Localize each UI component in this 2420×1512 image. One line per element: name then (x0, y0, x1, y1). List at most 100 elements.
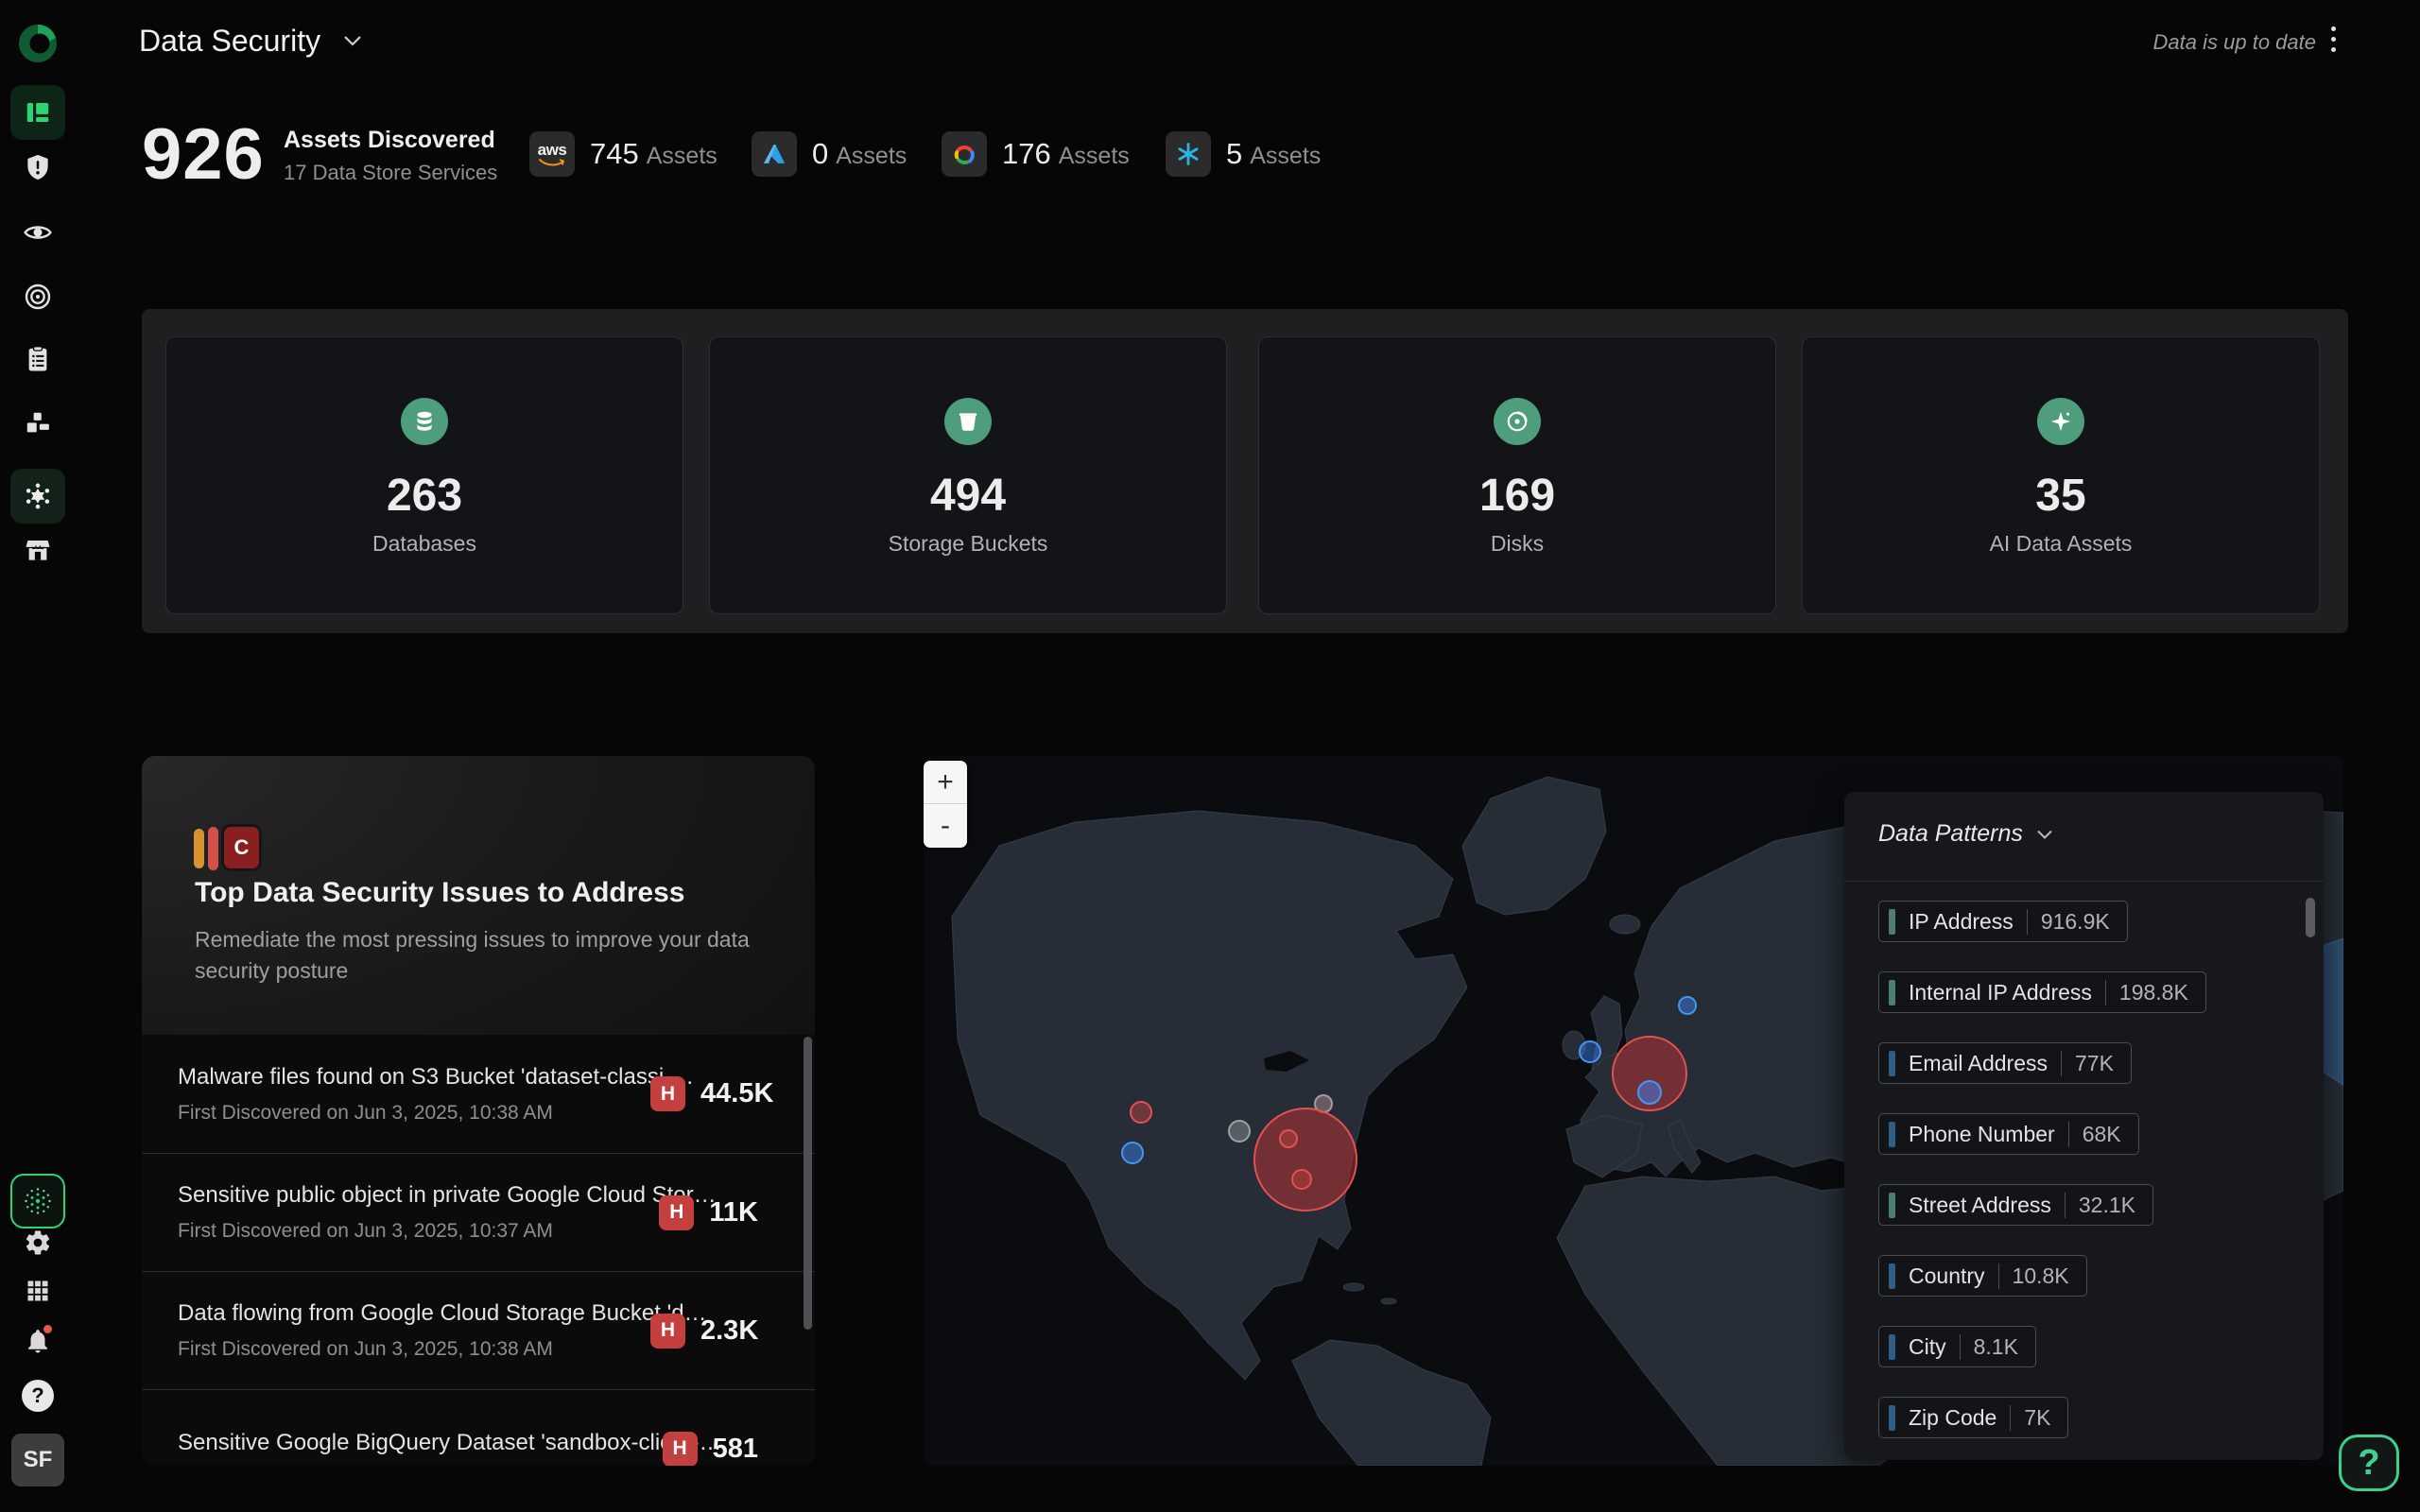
help-circle-icon: ? (22, 1380, 54, 1412)
pattern-accent-bar (1889, 1122, 1895, 1147)
provider-stat-snowflake[interactable]: 5Assets (1166, 131, 1321, 177)
sidebar-item-settings[interactable] (24, 1228, 52, 1257)
issue-count: 44.5K (700, 1078, 773, 1109)
sidebar-item-discovery[interactable] (23, 217, 53, 248)
help-button[interactable]: ? (2339, 1435, 2399, 1491)
issues-scrollbar[interactable] (804, 1037, 812, 1330)
pattern-label: IP Address (1909, 909, 2014, 935)
shield-alert-icon (24, 153, 52, 181)
sidebar-item-classification[interactable] (23, 282, 53, 312)
sidebar-item-notifications[interactable] (24, 1327, 52, 1355)
sidebar-item-help[interactable]: ? (22, 1380, 54, 1412)
sidebar-item-marketplace[interactable] (24, 536, 52, 564)
pattern-accent-bar (1889, 1193, 1895, 1218)
chevron-down-icon[interactable] (342, 34, 363, 47)
page-title[interactable]: Data Security (139, 24, 320, 59)
sidebar-item-policies[interactable] (24, 345, 52, 373)
issue-row[interactable]: Data flowing from Google Cloud Storage B… (142, 1271, 815, 1389)
provider-count: 176 (1002, 137, 1051, 170)
notifications-bell-icon (24, 1327, 52, 1355)
notification-badge (42, 1323, 54, 1335)
brand-logo-icon[interactable] (17, 23, 59, 64)
data-pattern-chip-city[interactable]: City 8.1K (1878, 1326, 2036, 1367)
sidebar-item-issues[interactable] (24, 153, 52, 181)
data-pattern-chip-ip-address[interactable]: IP Address 916.9K (1878, 901, 2128, 942)
issue-row[interactable]: Malware files found on S3 Bucket 'datase… (142, 1035, 815, 1153)
map-bubble-red[interactable] (1253, 1108, 1357, 1211)
data-pattern-chip-phone[interactable]: Phone Number 68K (1878, 1113, 2139, 1155)
data-freshness-status: Data is up to date (2153, 30, 2316, 55)
map-bubble-red[interactable] (1279, 1129, 1298, 1148)
user-avatar[interactable]: SF (11, 1434, 64, 1486)
issues-subtitle: Remediate the most pressing issues to im… (195, 924, 762, 988)
pattern-count: 916.9K (2041, 909, 2110, 935)
chevron-down-icon (2036, 829, 2053, 840)
pattern-separator (2010, 1405, 2011, 1431)
map-bubble-red[interactable] (1130, 1101, 1152, 1124)
card-disks[interactable]: 169 Disks (1258, 336, 1776, 614)
top-issues-header: C Top Data Security Issues to Address Re… (142, 756, 815, 1035)
pattern-count: 32.1K (2079, 1193, 2135, 1218)
map-bubble-blue[interactable] (1637, 1080, 1662, 1105)
issue-row[interactable]: Sensitive public object in private Googl… (142, 1153, 815, 1271)
card-value: 169 (1479, 470, 1555, 522)
card-label: AI Data Assets (1990, 531, 2133, 557)
pattern-label: Street Address (1909, 1193, 2051, 1218)
storefront-icon (24, 536, 52, 564)
map-zoom-control: + - (924, 761, 967, 848)
issues-title: Top Data Security Issues to Address (195, 877, 684, 909)
sparkle-icon (2037, 398, 2084, 445)
data-pattern-chip-email[interactable]: Email Address 77K (1878, 1042, 2132, 1084)
patterns-scrollbar[interactable] (2306, 898, 2315, 937)
pattern-label: Country (1909, 1263, 1985, 1289)
pattern-count: 68K (2083, 1122, 2121, 1147)
issue-row[interactable]: Sensitive Google BigQuery Dataset 'sandb… (142, 1389, 815, 1466)
severity-stack-icon: C (194, 822, 264, 869)
eye-icon (23, 217, 53, 248)
card-ai-data-assets[interactable]: 35 AI Data Assets (1802, 336, 2320, 614)
provider-stat-gcp[interactable]: 176Assets (942, 131, 1130, 177)
divider (1844, 881, 2324, 882)
map-zoom-out-button[interactable]: - (924, 804, 967, 848)
data-pattern-chip-street[interactable]: Street Address 32.1K (1878, 1184, 2153, 1226)
card-databases[interactable]: 263 Databases (165, 336, 683, 614)
provider-stat-aws[interactable]: aws 745Assets (529, 131, 717, 177)
avatar-initials: SF (11, 1434, 64, 1486)
sidebar-item-ai[interactable] (10, 469, 65, 524)
issue-title: Sensitive Google BigQuery Dataset 'sandb… (178, 1430, 650, 1456)
sidebar-item-assets[interactable] (24, 409, 52, 438)
map-zoom-in-button[interactable]: + (924, 761, 967, 804)
pattern-count: 77K (2075, 1051, 2114, 1076)
assets-total-sublabel: 17 Data Store Services (284, 161, 497, 185)
map-bubble-blue[interactable] (1121, 1142, 1144, 1164)
pattern-accent-bar (1889, 909, 1895, 935)
issue-title: Data flowing from Google Cloud Storage B… (178, 1300, 650, 1327)
apps-grid-icon (25, 1278, 51, 1304)
map-bubble-blue[interactable] (1579, 1040, 1601, 1063)
sidebar-item-scan[interactable] (10, 1174, 65, 1228)
issue-date: First Discovered on Jun 3, 2025, 10:38 A… (178, 1338, 650, 1361)
card-value: 35 (2035, 470, 2085, 522)
data-pattern-chip-internal-ip[interactable]: Internal IP Address 198.8K (1878, 971, 2206, 1013)
issue-count: 2.3K (700, 1315, 758, 1347)
provider-stat-azure[interactable]: 0Assets (752, 131, 907, 177)
data-patterns-dropdown[interactable]: Data Patterns (1878, 820, 2053, 848)
more-options-kebab-icon[interactable] (2331, 26, 2336, 52)
card-label: Disks (1491, 531, 1544, 557)
pattern-separator (2061, 1051, 2062, 1076)
issues-list: Malware files found on S3 Bucket 'datase… (142, 1035, 815, 1466)
map-bubble-blue[interactable] (1678, 996, 1697, 1015)
pattern-separator (2027, 909, 2028, 935)
card-value: 263 (387, 470, 462, 522)
data-pattern-chip-zip[interactable]: Zip Code 7K (1878, 1397, 2068, 1438)
data-pattern-chip-country[interactable]: Country 10.8K (1878, 1255, 2087, 1297)
card-storage-buckets[interactable]: 494 Storage Buckets (709, 336, 1227, 614)
pattern-separator (1998, 1263, 1999, 1289)
map-bubble-gray[interactable] (1228, 1120, 1251, 1143)
dashboard-icon (24, 98, 52, 127)
sidebar-item-apps[interactable] (25, 1278, 51, 1304)
sidebar-item-dashboard[interactable] (10, 85, 65, 140)
map-bubble-red[interactable] (1291, 1169, 1312, 1190)
issue-count: 11K (709, 1197, 758, 1228)
pattern-accent-bar (1889, 1405, 1895, 1431)
